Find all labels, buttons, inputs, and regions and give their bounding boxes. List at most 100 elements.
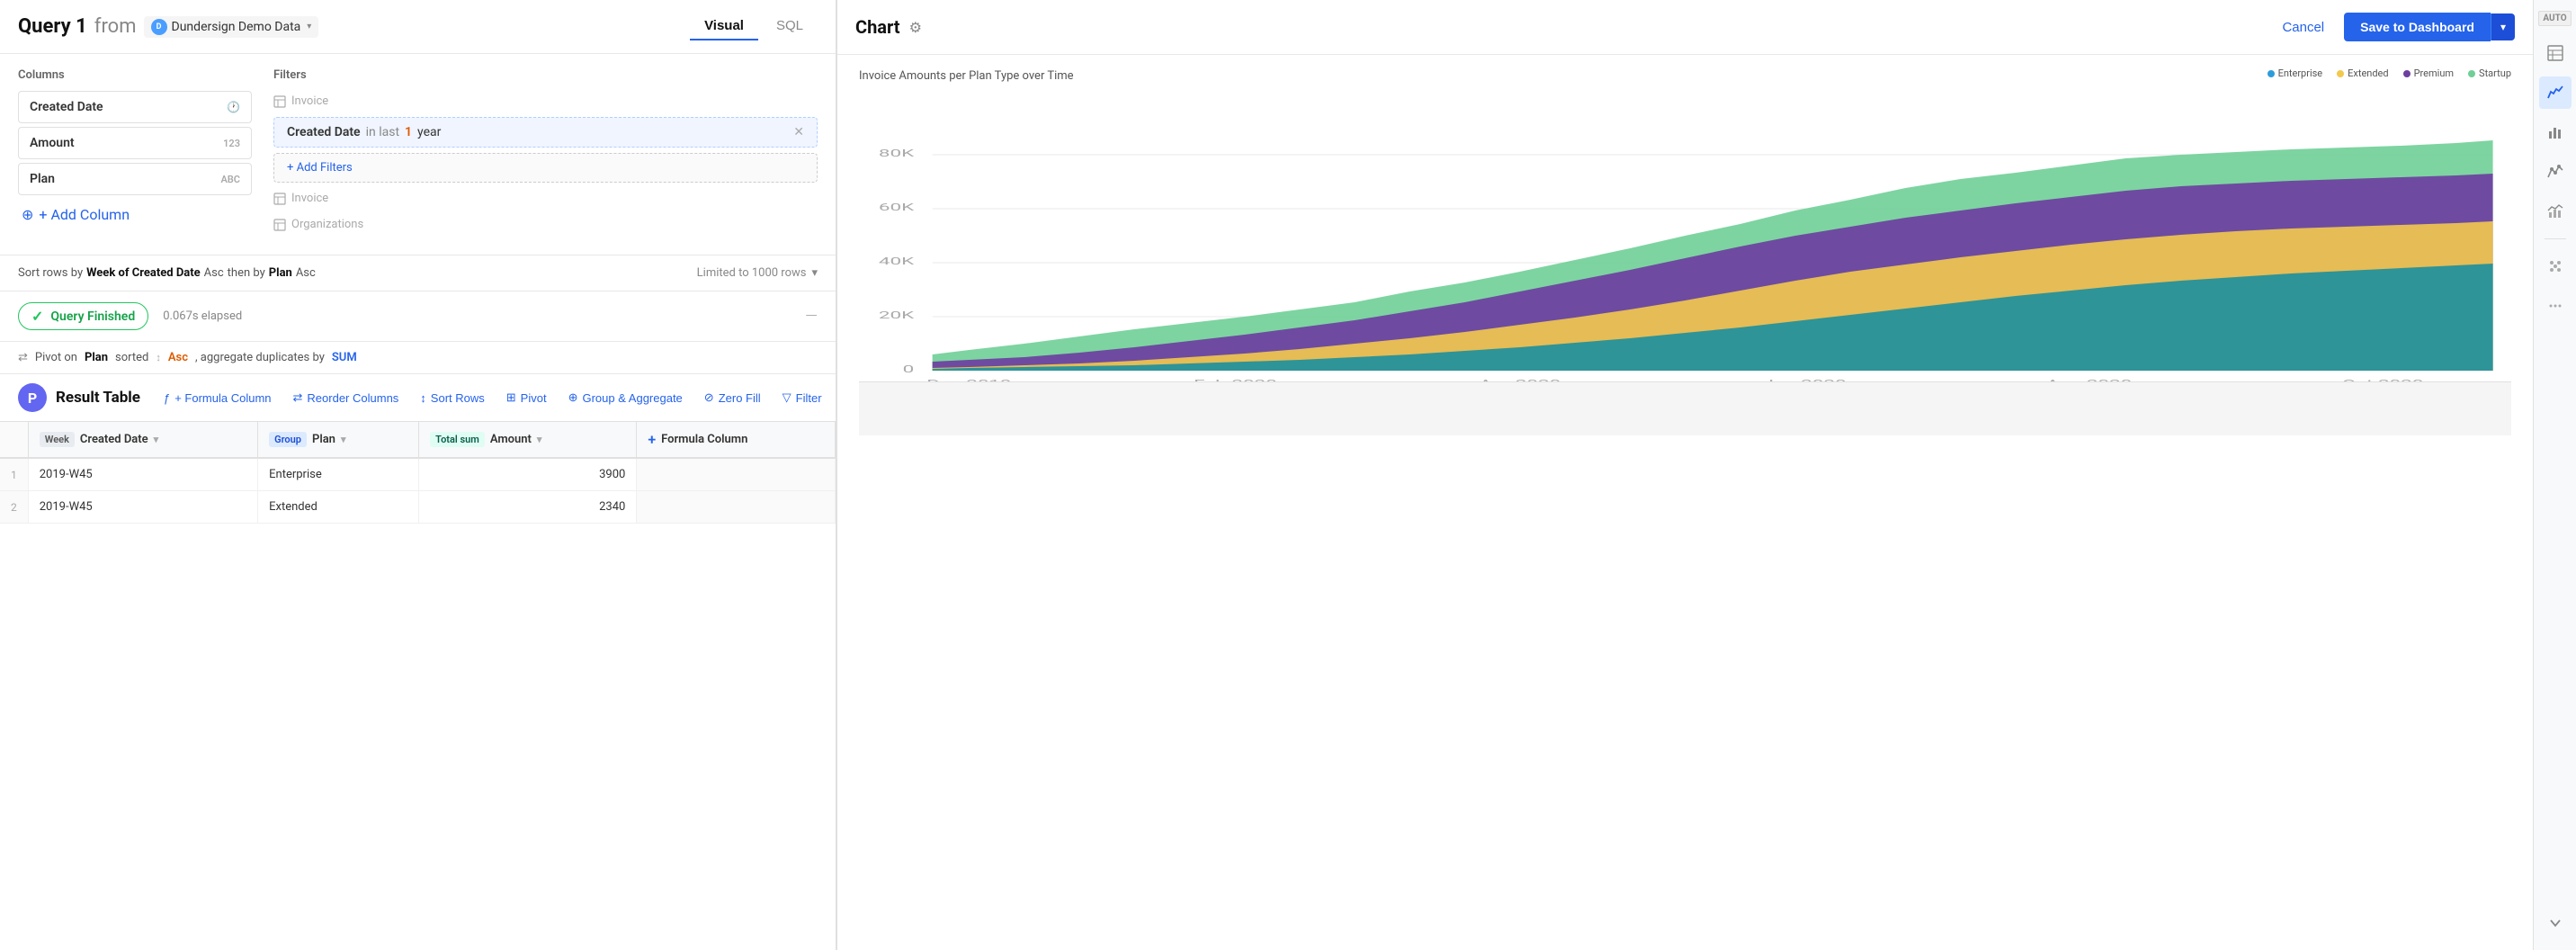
bar-chart-view-icon[interactable] bbox=[2539, 116, 2572, 148]
chart-bottom-area bbox=[859, 381, 2511, 435]
chart-actions: Cancel Save to Dashboard ▾ bbox=[2271, 13, 2515, 41]
table-row: 1 2019-W45 Enterprise 3900 bbox=[0, 458, 836, 491]
chart-title: Chart bbox=[855, 16, 900, 38]
reorder-label: Reorder Columns bbox=[307, 391, 398, 405]
legend-extended: Extended bbox=[2337, 67, 2388, 79]
pivot-button[interactable]: ⊞ Pivot bbox=[497, 386, 556, 409]
group-tag: Group bbox=[269, 432, 307, 447]
query-title-text: Query 1 bbox=[18, 15, 87, 38]
week-tag: Week bbox=[40, 432, 75, 447]
source-label: Invoice bbox=[291, 94, 328, 108]
legend-dot-premium bbox=[2403, 70, 2411, 77]
svg-text:Jun 2020: Jun 2020 bbox=[1763, 379, 1847, 381]
filter-button[interactable]: ▽ Filter bbox=[774, 386, 831, 409]
minimize-button[interactable]: — bbox=[805, 307, 818, 326]
db-selector[interactable]: D Dundersign Demo Data ▾ bbox=[144, 16, 319, 38]
tab-visual[interactable]: Visual bbox=[690, 13, 758, 40]
cancel-button[interactable]: Cancel bbox=[2271, 14, 2335, 40]
amount-chevron[interactable]: ▾ bbox=[537, 434, 542, 445]
filter-close-icon[interactable]: ✕ bbox=[793, 125, 804, 139]
more-options-icon[interactable] bbox=[2539, 290, 2572, 322]
created-date-chevron[interactable]: ▾ bbox=[154, 434, 159, 445]
query-from-label: from bbox=[94, 15, 137, 38]
chart-settings-icon[interactable]: ⚙ bbox=[909, 19, 922, 36]
column-item-plan[interactable]: Plan ABC bbox=[18, 163, 252, 195]
limit-indicator[interactable]: Limited to 1000 rows ▾ bbox=[697, 266, 818, 280]
status-label: Query Finished bbox=[50, 309, 135, 324]
column-item-created-date[interactable]: Created Date 🕐 bbox=[18, 91, 252, 123]
pivot-field: Plan bbox=[85, 351, 108, 364]
sort-arrows-icon: ↕ bbox=[156, 352, 161, 363]
svg-text:80K: 80K bbox=[879, 148, 915, 159]
sort-dir-2: Asc bbox=[296, 266, 316, 280]
active-filter[interactable]: Created Date in last 1 year ✕ bbox=[273, 117, 818, 148]
filter-field: Created Date bbox=[287, 125, 361, 139]
pivot-info-bar: ⇄ Pivot on Plan sorted ↕ Asc , aggregate… bbox=[0, 342, 836, 374]
save-dropdown-button[interactable]: ▾ bbox=[2491, 13, 2515, 40]
legend-dot-enterprise bbox=[2267, 70, 2275, 77]
table-small-icon bbox=[273, 95, 286, 108]
row-1-date: 2019-W45 bbox=[28, 458, 257, 491]
check-icon: ✓ bbox=[31, 308, 43, 325]
created-date-header[interactable]: Week Created Date ▾ bbox=[28, 422, 257, 458]
table-view-icon[interactable] bbox=[2539, 37, 2572, 69]
limit-rows-button[interactable]: ☰ Limit Rows bbox=[835, 386, 836, 409]
zero-fill-button[interactable]: ⊘ Zero Fill bbox=[695, 386, 770, 409]
amount-header[interactable]: Total sum Amount ▾ bbox=[419, 422, 637, 458]
add-filter-button[interactable]: + Add Filters bbox=[273, 153, 818, 183]
db-name: Dundersign Demo Data bbox=[172, 20, 301, 34]
column-type: ABC bbox=[220, 174, 240, 185]
save-main-button[interactable]: Save to Dashboard bbox=[2344, 13, 2491, 41]
svg-text:Dec 2019: Dec 2019 bbox=[926, 379, 1011, 381]
column-item-amount[interactable]: Amount 123 bbox=[18, 127, 252, 159]
sort-rows-button[interactable]: ↕ Sort Rows bbox=[411, 387, 493, 409]
db-icon: D bbox=[151, 19, 167, 35]
filter-label: Filter bbox=[796, 391, 822, 405]
filter-unit: year bbox=[417, 125, 441, 139]
sort-prefix: Sort rows by bbox=[18, 266, 83, 280]
legend-dot-extended bbox=[2337, 70, 2344, 77]
legend-label-premium: Premium bbox=[2414, 67, 2454, 79]
limit-text: Limited to 1000 rows bbox=[697, 266, 807, 280]
total-sum-tag: Total sum bbox=[430, 432, 485, 447]
legend-premium: Premium bbox=[2403, 67, 2454, 79]
tab-sql[interactable]: SQL bbox=[762, 13, 818, 40]
row-2-plan: Extended bbox=[258, 491, 419, 524]
created-date-label: Created Date bbox=[80, 433, 148, 446]
filter-icon: ▽ bbox=[783, 390, 792, 405]
line-chart-view-icon[interactable] bbox=[2539, 156, 2572, 188]
combo-chart-view-icon[interactable] bbox=[2539, 195, 2572, 228]
filters-section: Filters Invoice Created Date in last 1 y… bbox=[273, 68, 818, 240]
result-table-title: Result Table bbox=[56, 389, 140, 407]
row-1-formula bbox=[637, 458, 836, 491]
sort-row: Sort rows by Week of Created Date Asc th… bbox=[0, 255, 836, 291]
query-status-bar: ✓ Query Finished 0.067s elapsed — bbox=[0, 291, 836, 342]
svg-text:60K: 60K bbox=[879, 202, 915, 213]
plan-chevron[interactable]: ▾ bbox=[341, 434, 346, 445]
right-panel: Chart ⚙ Cancel Save to Dashboard ▾ Invoi… bbox=[836, 0, 2533, 950]
group-aggregate-button[interactable]: ⊕ Group & Aggregate bbox=[559, 386, 692, 409]
sort-then: then by bbox=[228, 266, 265, 280]
grid-settings-icon[interactable] bbox=[2539, 250, 2572, 282]
svg-text:0: 0 bbox=[903, 364, 915, 375]
reorder-columns-button[interactable]: ⇄ Reorder Columns bbox=[284, 386, 408, 409]
scroll-down-icon[interactable] bbox=[2539, 907, 2572, 939]
add-column-button[interactable]: ⊕ + Add Column bbox=[18, 199, 252, 230]
formula-column-button[interactable]: ƒ + Formula Column bbox=[155, 387, 281, 409]
right-sidebar: AUTO bbox=[2533, 0, 2576, 950]
plan-header[interactable]: Group Plan ▾ bbox=[258, 422, 419, 458]
add-formula-icon[interactable]: + bbox=[648, 431, 656, 448]
source-label-3: Organizations bbox=[291, 218, 363, 231]
result-table-icon: P bbox=[18, 383, 47, 412]
group-label: Group & Aggregate bbox=[582, 391, 682, 405]
svg-text:Feb 2020: Feb 2020 bbox=[1194, 379, 1277, 381]
expand-icon: ▾ bbox=[811, 266, 818, 280]
query-title: Query 1 from D Dundersign Demo Data ▾ bbox=[18, 15, 318, 38]
sort-rows-label: Sort Rows bbox=[431, 391, 485, 405]
area-chart-view-icon[interactable] bbox=[2539, 76, 2572, 109]
add-filter-label: + Add Filters bbox=[287, 161, 353, 175]
formula-column-header[interactable]: + Formula Column bbox=[637, 422, 836, 458]
row-1-amount: 3900 bbox=[419, 458, 637, 491]
legend-enterprise: Enterprise bbox=[2267, 67, 2323, 79]
group-icon: ⊕ bbox=[568, 390, 578, 405]
